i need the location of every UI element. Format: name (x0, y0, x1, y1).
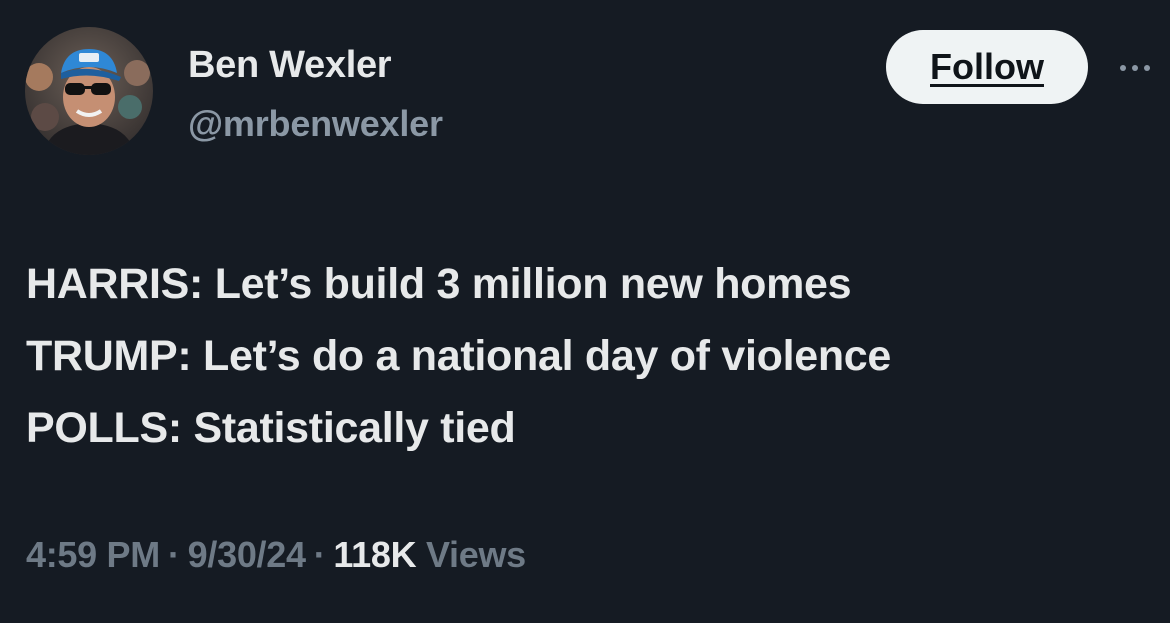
avatar[interactable] (25, 27, 153, 155)
more-dot (1144, 65, 1150, 71)
tweet-card: Ben Wexler @mrbenwexler Follow HARRIS: L… (0, 0, 1170, 623)
more-dot (1120, 65, 1126, 71)
meta-separator: · (313, 534, 326, 575)
tweet-line: TRUMP: Let’s do a national day of violen… (26, 332, 892, 380)
more-dot (1132, 65, 1138, 71)
tweet-text: HARRIS: Let’s build 3 million new homes … (26, 248, 1146, 464)
views-count: 118K (333, 534, 417, 575)
tweet-line: HARRIS: Let’s build 3 million new homes (26, 260, 852, 308)
tweet-date[interactable]: 9/30/24 (188, 534, 306, 575)
follow-button[interactable]: Follow (886, 30, 1088, 104)
tweet-meta: 4:59 PM · 9/30/24 · 118K Views (26, 534, 526, 576)
more-horizontal-icon[interactable] (1120, 58, 1160, 78)
author-handle[interactable]: @mrbenwexler (188, 103, 443, 145)
author-name[interactable]: Ben Wexler (188, 44, 392, 87)
meta-separator: · (167, 534, 180, 575)
tweet-line: POLLS: Statistically tied (26, 404, 516, 452)
views-label: Views (425, 534, 526, 575)
tweet-time[interactable]: 4:59 PM (26, 534, 160, 575)
